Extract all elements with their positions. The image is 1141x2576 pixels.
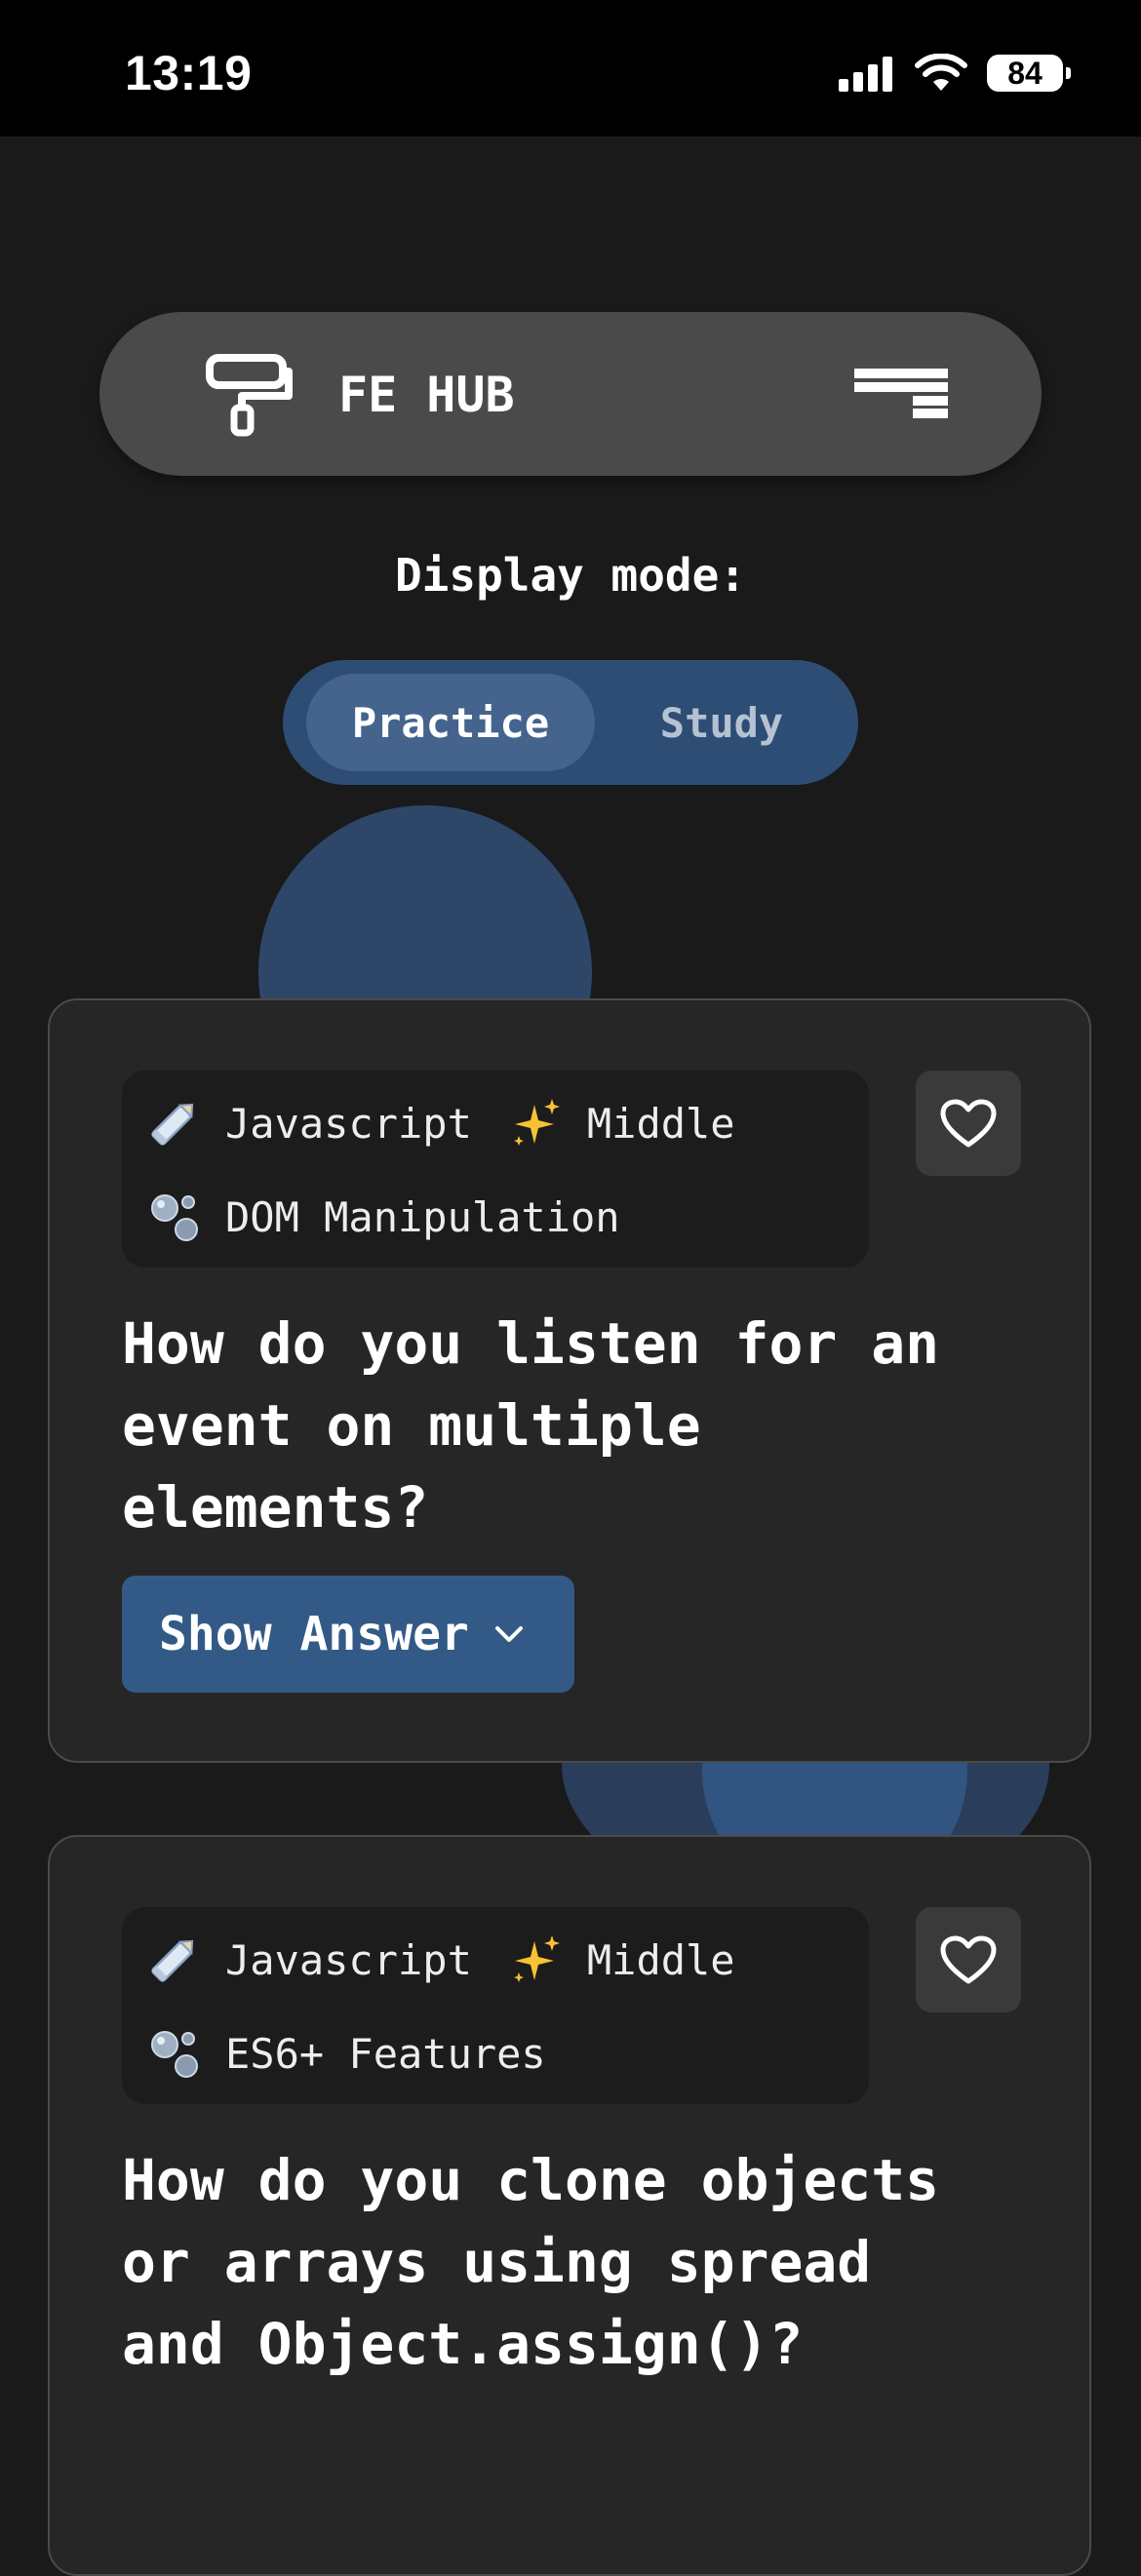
display-mode-label: Display mode:: [394, 549, 747, 602]
brand-title[interactable]: FE HUB: [338, 367, 515, 423]
tag-language: Javascript: [225, 1099, 472, 1148]
pencil-icon: [145, 1932, 202, 1988]
status-icons: 84: [839, 54, 1071, 93]
question-card: Javascript Middle ES6+ Features How do y…: [48, 1835, 1091, 2576]
show-answer-button[interactable]: Show Answer: [122, 1576, 574, 1693]
question-tags: Javascript Middle ES6+ Features: [122, 1907, 869, 2104]
chevron-down-icon: [494, 1626, 523, 1642]
heart-icon: [940, 1935, 997, 1984]
sparkles-icon: [507, 1095, 564, 1151]
menu-icon[interactable]: [854, 369, 948, 419]
question-text: How do you listen for an event on multip…: [122, 1310, 940, 1541]
question-text: How do you clone objects or arrays using…: [122, 2147, 940, 2377]
show-answer-label: Show Answer: [159, 1607, 469, 1661]
battery-tip: [1066, 67, 1071, 79]
tag-row: Javascript Middle: [145, 1094, 735, 1152]
bubbles-icon: [145, 1189, 202, 1245]
tag-row: DOM Manipulation: [145, 1188, 620, 1246]
tag-level: Middle: [586, 1099, 735, 1148]
mode-study-button[interactable]: Study: [605, 674, 839, 771]
favorite-button[interactable]: [916, 1907, 1021, 2012]
tag-topic: DOM Manipulation: [225, 1192, 620, 1241]
top-navbar: FE HUB: [99, 312, 1042, 476]
tag-row: ES6+ Features: [145, 2024, 546, 2083]
display-mode-toggle: Practice Study: [283, 660, 858, 785]
pencil-icon: [145, 1095, 202, 1151]
bubbles-icon: [145, 2025, 202, 2082]
cellular-signal-icon: [839, 57, 892, 92]
question-tags: Javascript Middle DOM Manipulation: [122, 1071, 869, 1268]
battery-level: 84: [1007, 55, 1043, 91]
tag-language: Javascript: [225, 1935, 472, 1984]
favorite-button[interactable]: [916, 1071, 1021, 1176]
mode-practice-button[interactable]: Practice: [306, 674, 595, 771]
tag-level: Middle: [586, 1935, 735, 1984]
heart-icon: [940, 1099, 997, 1148]
question-card: Javascript Middle DOM Manipulation How d…: [48, 998, 1091, 1763]
status-time: 13:19: [125, 46, 253, 100]
status-bar: 13:19 84: [0, 0, 1141, 137]
battery-indicator: 84: [987, 55, 1071, 92]
tag-row: Javascript Middle: [145, 1931, 735, 1989]
paint-roller-icon[interactable]: [205, 353, 293, 437]
wifi-icon: [915, 54, 967, 91]
tag-topic: ES6+ Features: [225, 2029, 546, 2078]
sparkles-icon: [507, 1932, 564, 1988]
